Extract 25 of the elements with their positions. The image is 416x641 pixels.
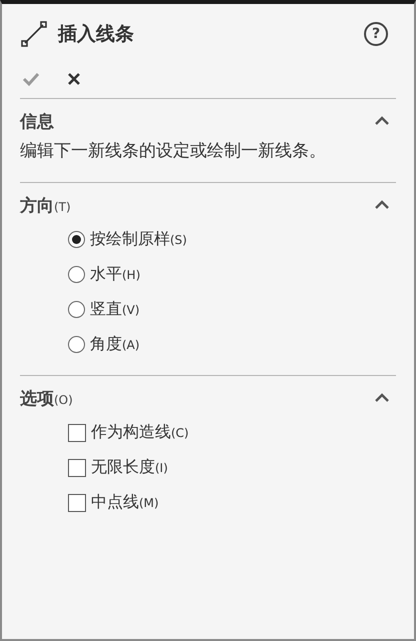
radio-label: 水平(H) <box>90 264 140 286</box>
checkbox-label: 无限长度(I) <box>91 457 168 478</box>
section-title: 选项(O) <box>20 388 73 410</box>
collapse-button[interactable] <box>374 200 390 210</box>
help-button[interactable]: ? <box>364 22 388 46</box>
radio-label: 按绘制原样(S) <box>90 229 187 250</box>
checkbox-label: 作为构造线(C) <box>91 422 189 444</box>
radio-button[interactable] <box>68 231 85 248</box>
checkbox[interactable] <box>68 424 86 442</box>
radio-button[interactable] <box>68 336 85 354</box>
checkbox-label: 中点线(M) <box>91 492 159 514</box>
section-title: 方向(T) <box>20 194 71 217</box>
line-icon <box>20 20 48 48</box>
checkbox[interactable] <box>68 494 86 512</box>
collapse-button[interactable] <box>374 393 390 404</box>
checkbox[interactable] <box>68 458 86 477</box>
radio-button[interactable] <box>68 266 85 284</box>
close-button[interactable] <box>66 71 82 87</box>
info-text: 编辑下一新线条的设定或绘制一新线条。 <box>20 141 327 162</box>
radio-button[interactable] <box>68 301 85 318</box>
section-title: 信息 <box>20 110 54 132</box>
panel-title: 插入线条 <box>58 22 135 47</box>
radio-label: 竖直(V) <box>90 299 140 320</box>
collapse-button[interactable] <box>374 116 390 126</box>
radio-label: 角度(A) <box>90 334 140 356</box>
